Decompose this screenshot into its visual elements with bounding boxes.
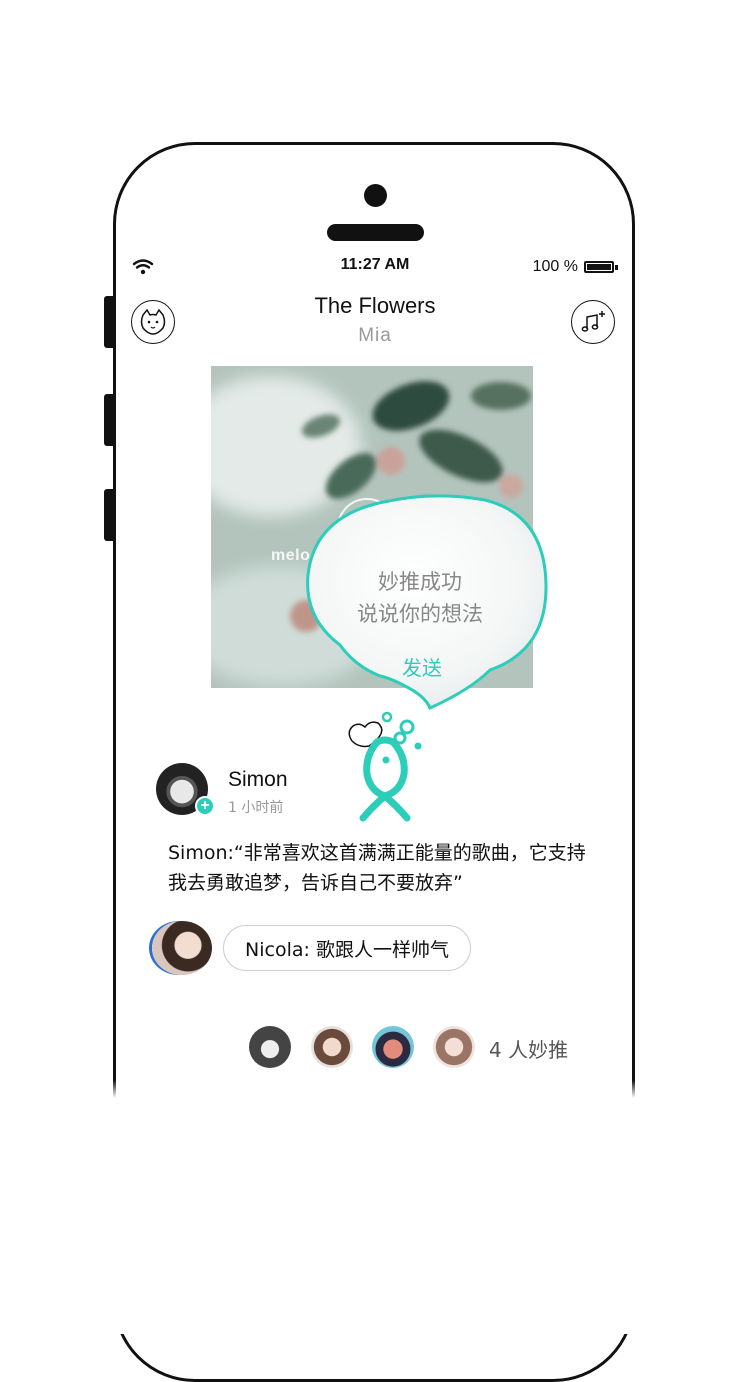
status-time: 11:27 AM xyxy=(340,256,410,273)
battery-icon xyxy=(584,261,614,273)
bubble-message-line2: 说说你的想法 xyxy=(357,602,483,626)
liker-avatar[interactable] xyxy=(433,1026,475,1068)
battery-percentage: 100 % xyxy=(532,258,578,275)
song-artist: Mia xyxy=(358,325,392,346)
bubble-message-line1: 妙推成功 xyxy=(378,570,462,594)
post-username[interactable]: Simon xyxy=(228,768,288,792)
wifi-icon xyxy=(132,259,154,275)
post-text: Simon:“非常喜欢这首满满正能量的歌曲，它支持我去勇敢追梦，告诉自己不要放弃… xyxy=(168,842,586,894)
song-title: The Flowers xyxy=(314,293,436,318)
liker-avatar[interactable] xyxy=(311,1026,353,1068)
battery-tip xyxy=(615,265,618,270)
nicola-avatar[interactable] xyxy=(152,921,212,975)
comment-pill[interactable]: Nicola: 歌跟人一样帅气 xyxy=(223,925,471,971)
likes-summary[interactable]: 4 人妙推 xyxy=(489,1034,568,1063)
send-button[interactable]: 发送 xyxy=(380,652,464,681)
cat-face-icon[interactable] xyxy=(131,300,175,344)
post-timestamp: 1 小时前 xyxy=(228,800,284,816)
frame-fade-overlay xyxy=(100,1080,650,1334)
follow-plus-button[interactable]: + xyxy=(195,796,215,816)
liker-avatar[interactable] xyxy=(249,1026,291,1068)
fish-mascot-icon xyxy=(348,711,422,822)
liker-avatar[interactable] xyxy=(372,1026,414,1068)
music-note-plus-icon[interactable] xyxy=(571,300,615,344)
earpiece-speaker xyxy=(327,224,424,241)
front-camera xyxy=(364,184,387,207)
